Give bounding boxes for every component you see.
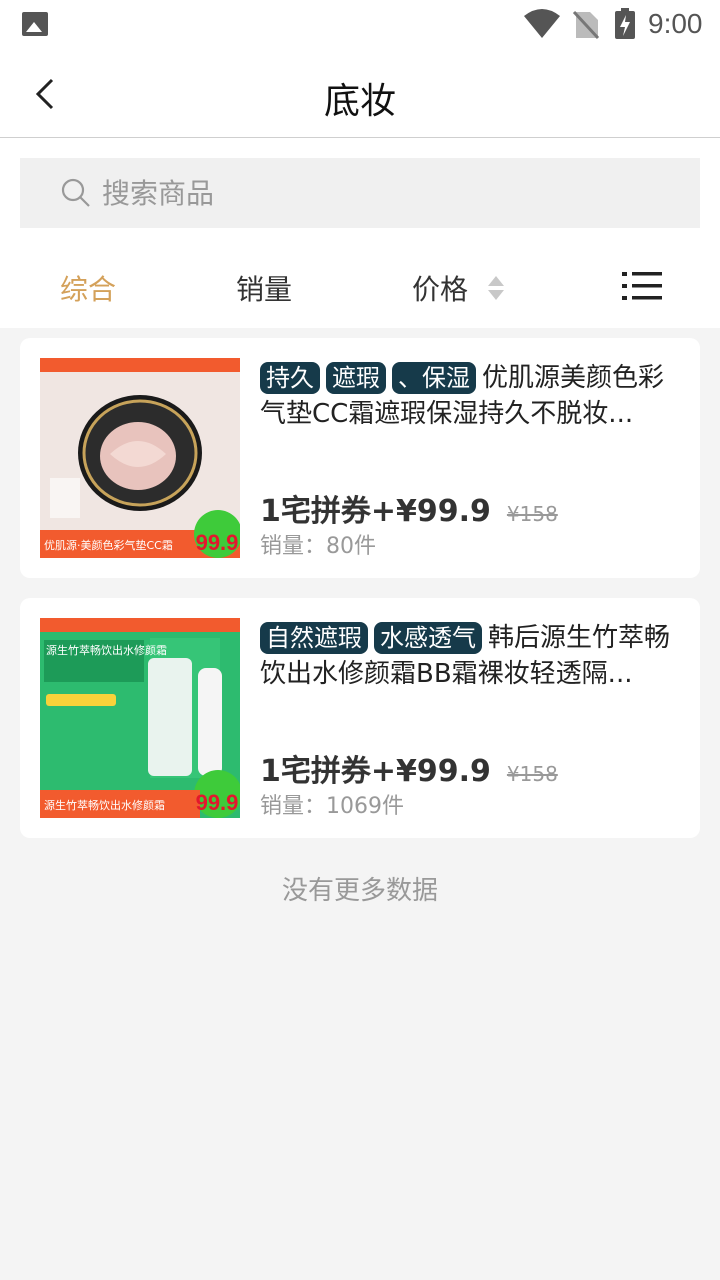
product-tag: 、保湿 [392, 362, 476, 394]
product-price: 1宅拼券+¥99.9 [260, 754, 491, 789]
product-image-cushion[interactable]: 99.9 优肌源·美颜色彩气垫CC霜 [40, 358, 240, 558]
price-row: 1宅拼券+¥99.9 ¥158 [260, 486, 558, 530]
thumb-label: 源生竹萃畅饮出水修颜霜 [44, 798, 165, 812]
tab-comprehensive[interactable]: 综合 [60, 268, 116, 308]
tab-price[interactable]: 价格 [412, 268, 468, 308]
product-info: 持久 遮瑕 、保湿 优肌源美颜色彩气垫CC霜遮瑕保湿持久不脱妆... 1宅拼券+¥99… [260, 360, 680, 559]
thumb-label: 优肌源·美颜色彩气垫CC霜 [44, 538, 173, 552]
product-card[interactable]: 99.9 优肌源·美颜色彩气垫CC霜 持久 遮瑕 、保湿 优肌源美颜色彩气垫CC霜遮瑕… [20, 338, 700, 578]
price-row: 1宅拼券+¥99.9 ¥158 [260, 746, 558, 790]
original-price: ¥158 [506, 762, 558, 786]
product-card[interactable]: 源生竹萃畅饮出水修颜霜 99.9 源生竹萃畅饮出水修颜霜 自然遮瑕 水感透气 韩后源… [20, 598, 700, 838]
search-icon [61, 178, 90, 207]
search-input[interactable] [102, 176, 622, 210]
no-more-data-text: 没有更多数据 [281, 876, 438, 906]
sales-count: 销量：80件 [260, 534, 376, 559]
tab-sales[interactable]: 销量 [236, 268, 292, 308]
product-info: 自然遮瑕 水感透气 韩后源生竹萃畅饮出水修颜霜BB霜裸妆轻透隔... 1宅拼券+¥9… [260, 620, 680, 819]
sales-count: 销量：1069件 [260, 794, 404, 819]
status-bar: 9:00 [0, 0, 720, 50]
no-sim-icon [572, 10, 600, 40]
search-bar[interactable] [20, 158, 700, 228]
sort-arrows-icon[interactable] [487, 274, 505, 302]
battery-charging-icon [615, 8, 635, 39]
thumb-price-badge: 99.9 [196, 790, 239, 815]
product-image-bb-cream[interactable]: 源生竹萃畅饮出水修颜霜 99.9 源生竹萃畅饮出水修颜霜 [40, 618, 240, 818]
thumb-heading: 源生竹萃畅饮出水修颜霜 [46, 643, 167, 657]
thumb-price-badge: 99.9 [196, 530, 239, 555]
search-filter-panel: 综合 销量 价格 [0, 138, 720, 328]
wifi-icon [524, 9, 560, 38]
list-view-icon[interactable] [622, 270, 662, 302]
page-title: 底妆 [323, 81, 396, 122]
original-price: ¥158 [506, 502, 558, 526]
product-tag: 遮瑕 [326, 362, 386, 394]
app-header: 底妆 [0, 50, 720, 138]
product-title: 自然遮瑕 水感透气 韩后源生竹萃畅饮出水修颜霜BB霜裸妆轻透隔... [260, 620, 680, 692]
clock-time: 9:00 [648, 8, 703, 39]
product-title: 持久 遮瑕 、保湿 优肌源美颜色彩气垫CC霜遮瑕保湿持久不脱妆... [260, 360, 680, 432]
product-tag: 水感透气 [374, 622, 482, 654]
product-tag: 自然遮瑕 [260, 622, 368, 654]
product-tag: 持久 [260, 362, 320, 394]
product-price: 1宅拼券+¥99.9 [260, 494, 491, 529]
image-notification-icon [22, 12, 48, 36]
